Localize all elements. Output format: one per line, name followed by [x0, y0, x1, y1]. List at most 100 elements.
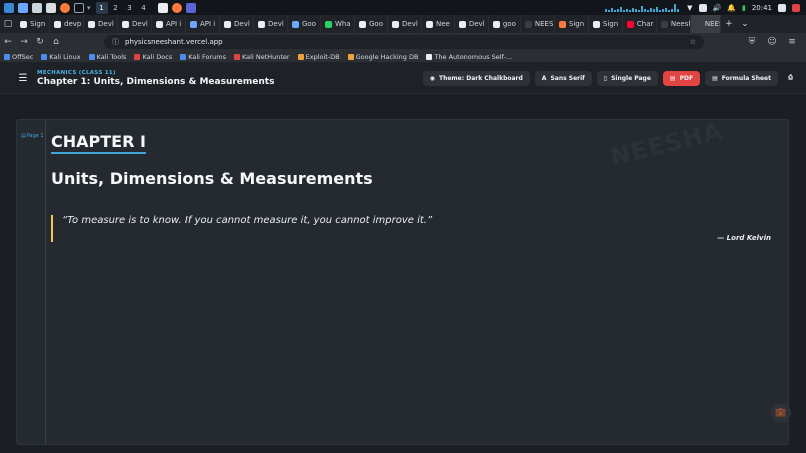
bookmark-item[interactable]: OffSec	[4, 53, 33, 61]
app-menu-icon[interactable]	[4, 2, 14, 13]
volume-icon[interactable]: 🔊	[713, 4, 722, 12]
browser-tab[interactable]: NEESH	[521, 15, 555, 33]
sheet-icon: ▤	[712, 74, 718, 82]
address-bar[interactable]: ⓘ physicsneeshant.vercel.app ☆	[104, 35, 704, 49]
menu-icon[interactable]: ≡	[784, 33, 800, 51]
bookmark-label: OffSec	[12, 52, 34, 61]
bookmark-favicon-icon	[180, 53, 187, 60]
forward-arrow-icon[interactable]: →	[16, 33, 32, 51]
home-icon[interactable]: ⌂	[48, 33, 64, 51]
bookmark-item[interactable]: Kali Linux	[41, 52, 81, 61]
bookmark-label: Google Hacking DB	[355, 52, 419, 61]
toolbox-icon: 💼	[775, 408, 787, 418]
browser-tab[interactable]: devp	[50, 15, 84, 33]
window-icon[interactable]	[157, 2, 168, 13]
text-editor-icon[interactable]	[46, 2, 56, 13]
bookmark-item[interactable]: Kali Tools	[88, 53, 126, 61]
tab-overview-icon[interactable]: ▢	[0, 15, 16, 33]
browser-tab[interactable]: goo	[489, 15, 521, 33]
bookmark-label: Kali Forums	[188, 52, 227, 61]
browser-tab[interactable]: Devl	[118, 15, 152, 33]
browser-tab[interactable]: Devl	[254, 15, 288, 33]
file-manager-icon[interactable]	[32, 2, 42, 13]
window-icon-2[interactable]	[185, 2, 196, 13]
workspace-1[interactable]: 1	[95, 1, 108, 14]
view-mode-button[interactable]: ▯ Single Page	[596, 70, 658, 86]
bookmark-favicon-icon	[88, 53, 95, 60]
bookmark-item[interactable]: Kali Docs	[134, 53, 172, 61]
browser-tab[interactable]: Sign	[555, 15, 589, 33]
font-button[interactable]: A Sans Serif	[534, 70, 592, 86]
lock-icon[interactable]	[778, 3, 786, 12]
reload-icon[interactable]: ↻	[32, 33, 48, 51]
theme-button[interactable]: ◉ Theme: Dark Chalkboard	[422, 70, 530, 86]
bookmark-label: Kali Linux	[49, 52, 81, 61]
browser-tab[interactable]: Goo	[288, 15, 321, 33]
terminal-icon[interactable]	[74, 2, 84, 13]
workspace-4[interactable]: 4	[138, 2, 150, 14]
browser-tab[interactable]: API i	[186, 15, 220, 33]
page-tag[interactable]: ▤ Page 1	[21, 133, 44, 139]
bookmark-item[interactable]: Google Hacking DB	[347, 52, 419, 61]
subject-label: MECHANICS (CLASS 11)	[37, 69, 116, 76]
tab-label: Sign	[568, 20, 585, 28]
hamburger-menu-icon[interactable]: ☰	[15, 70, 31, 86]
formula-sheet-button[interactable]: ▤ Formula Sheet	[705, 70, 778, 86]
tab-favicon-icon	[524, 20, 532, 28]
chevron-down-icon[interactable]: ▾	[87, 4, 91, 12]
browser-tab[interactable]: Nee	[422, 15, 455, 33]
firefox-icon[interactable]	[60, 2, 70, 13]
browser-tab[interactable]: NEES×	[690, 15, 721, 33]
bookmark-favicon-icon	[41, 53, 48, 60]
workspace-2[interactable]: 2	[110, 2, 122, 14]
tabs-container: Sign devp Devl Devl API i API i Devl Devl Goo Wha…	[16, 15, 721, 33]
bookmark-favicon-icon	[347, 53, 354, 60]
browser-tab[interactable]: Devl	[220, 15, 254, 33]
browser-tab[interactable]: Wha	[321, 15, 355, 33]
browser-tab[interactable]: Sign	[16, 15, 50, 33]
clock[interactable]: 20:41	[752, 4, 772, 12]
account-icon[interactable]: ☺	[764, 33, 780, 51]
browser-tab[interactable]: Devl	[388, 15, 422, 33]
new-tab-button[interactable]: +	[721, 15, 737, 33]
browser-tab[interactable]: Goo	[355, 15, 388, 33]
toolbox-button[interactable]: 💼	[771, 403, 791, 423]
browser-tab[interactable]: Sign	[589, 15, 623, 33]
browser-tab[interactable]: Neesha	[657, 15, 691, 33]
bookmark-favicon-icon	[134, 53, 141, 60]
browser-tab[interactable]: Devl	[455, 15, 489, 33]
print-button[interactable]: ⎙	[783, 71, 798, 86]
tab-label: Neesha	[670, 20, 690, 28]
tray-caret-icon[interactable]: ▼	[687, 4, 692, 12]
tab-label: Devl	[132, 20, 148, 28]
site-info-icon[interactable]: ⓘ	[112, 37, 119, 47]
network-icon[interactable]	[698, 3, 707, 12]
tab-favicon-icon	[426, 20, 433, 28]
bookmark-favicon-icon	[426, 53, 433, 60]
bookmark-item[interactable]: The Autonomous Self-...	[426, 53, 512, 61]
workspace-3[interactable]: 3	[124, 2, 136, 14]
browser-tab[interactable]: Char	[623, 15, 657, 33]
tab-list-chevron-icon[interactable]: ⌄	[737, 15, 753, 33]
browser-tab[interactable]: API i	[152, 15, 186, 33]
power-icon[interactable]	[792, 3, 800, 12]
url-text[interactable]: physicsneeshant.vercel.app	[125, 38, 223, 46]
tab-favicon-icon	[224, 20, 231, 28]
shield-icon[interactable]: ⛨	[744, 33, 760, 51]
desktop-icon[interactable]	[18, 2, 28, 13]
browser-tab[interactable]: Devl	[84, 15, 118, 33]
bookmark-item[interactable]: Exploit-DB	[297, 53, 340, 61]
bookmark-star-icon[interactable]: ☆	[690, 38, 696, 46]
notifications-icon[interactable]: 🔔	[727, 4, 736, 12]
bookmark-favicon-icon	[234, 53, 241, 60]
bookmark-item[interactable]: Kali Forums	[180, 53, 226, 61]
pdf-button[interactable]: ▤ PDF	[662, 70, 701, 86]
tab-favicon-icon	[156, 20, 163, 28]
back-arrow-icon[interactable]: ←	[0, 33, 16, 51]
tab-favicon-icon	[392, 20, 399, 28]
font-icon: A	[541, 74, 547, 82]
page-icon: ▤	[21, 133, 26, 139]
tab-label: Devl	[268, 20, 284, 28]
bookmark-item[interactable]: Kali NetHunter	[234, 53, 290, 61]
firefox-window-icon[interactable]	[171, 2, 182, 13]
